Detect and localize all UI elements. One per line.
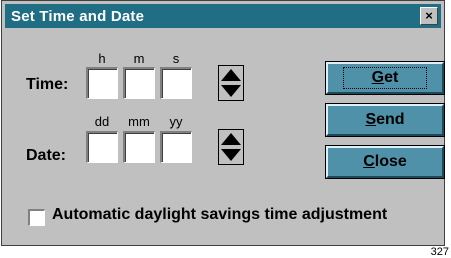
minutes-sublabel: m: [133, 51, 145, 66]
window-title: Set Time and Date: [11, 7, 145, 25]
day-sublabel: dd: [94, 114, 110, 129]
hours-field[interactable]: [86, 67, 118, 99]
close-icon[interactable]: ×: [420, 7, 438, 25]
minutes-field[interactable]: [123, 67, 155, 99]
send-button[interactable]: Send: [325, 103, 445, 137]
date-spinner[interactable]: [218, 129, 244, 165]
get-button-label: Get: [342, 67, 428, 89]
title-bar[interactable]: Set Time and Date ×: [5, 4, 441, 28]
year-field[interactable]: [160, 131, 192, 163]
time-spinner[interactable]: [218, 65, 244, 101]
daylight-savings-checkbox[interactable]: [28, 209, 45, 226]
month-sublabel: mm: [128, 114, 150, 129]
send-button-label: Send: [365, 111, 405, 128]
day-field[interactable]: [86, 131, 118, 163]
seconds-sublabel: s: [172, 51, 180, 66]
get-button[interactable]: Get: [325, 61, 445, 95]
close-button-label: Close: [363, 153, 407, 170]
set-time-date-dialog: Set Time and Date × h m s Time: dd mm yy…: [1, 0, 445, 246]
daylight-savings-label[interactable]: Automatic daylight savings time adjustme…: [52, 206, 387, 224]
date-label: Date:: [26, 147, 67, 164]
date-down-arrow-icon[interactable]: [221, 149, 241, 161]
time-down-arrow-icon[interactable]: [221, 85, 241, 97]
date-up-arrow-icon[interactable]: [221, 133, 241, 145]
seconds-field[interactable]: [160, 67, 192, 99]
hours-sublabel: h: [98, 51, 106, 66]
close-button[interactable]: Close: [325, 145, 445, 179]
time-label: Time:: [26, 76, 69, 93]
month-field[interactable]: [123, 131, 155, 163]
time-up-arrow-icon[interactable]: [221, 69, 241, 81]
year-sublabel: yy: [169, 114, 183, 129]
figure-number: 327: [430, 246, 449, 258]
